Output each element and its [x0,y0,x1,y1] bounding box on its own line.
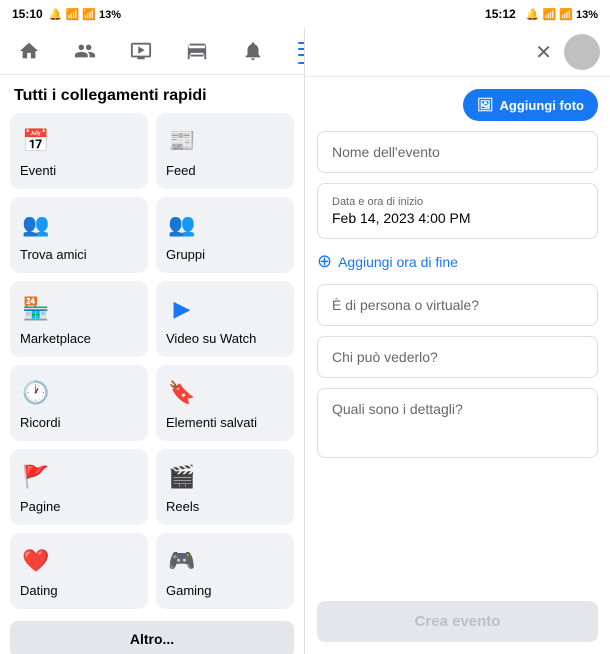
shortcut-reels[interactable]: 🎬 Reels [156,449,294,525]
nav-bell[interactable] [234,36,272,66]
video-watch-icon: ▶ [166,293,198,325]
add-end-time-button[interactable]: ⊕ Aggiungi ora di fine [317,249,598,274]
gruppi-icon: 👥 [166,209,198,241]
person-or-virtual-placeholder: È di persona o virtuale? [332,297,479,313]
who-can-see-field[interactable]: Chi può vederlo? [317,336,598,378]
who-can-see-placeholder: Chi può vederlo? [332,349,438,365]
elementi-salvati-icon: 🔖 [166,377,198,409]
event-name-field[interactable]: Nome dell'evento [317,131,598,173]
start-date-label: Data e ora di inizio [332,196,583,208]
add-end-time-icon: ⊕ [317,251,332,272]
pagine-label: Pagine [20,499,60,514]
time-left: 15:10 [12,7,43,21]
shortcut-video-watch[interactable]: ▶ Video su Watch [156,281,294,357]
nav-watch[interactable] [122,36,160,66]
feed-label: Feed [166,163,196,178]
marketplace-label: Marketplace [20,331,91,346]
shortcuts-grid: 📅 Eventi 📰 Feed 👥 Trova amici 👥 Gruppi 🏪… [0,113,304,617]
shortcut-eventi[interactable]: 📅 Eventi [10,113,148,189]
reels-icon: 🎬 [166,461,198,493]
add-photo-label: Aggiungi foto [500,98,584,113]
gaming-icon: 🎮 [166,545,198,577]
left-panel: Tutti i collegamenti rapidi 📅 Eventi 📰 F… [0,28,305,654]
details-placeholder: Quali sono i dettagli? [332,401,463,417]
ricordi-label: Ricordi [20,415,60,430]
marketplace-icon: 🏪 [20,293,52,325]
shortcut-marketplace[interactable]: 🏪 Marketplace [10,281,148,357]
eventi-icon: 📅 [20,125,52,157]
shortcut-dating[interactable]: ❤️ Dating [10,533,148,609]
avatar[interactable] [564,34,600,70]
feed-icon: 📰 [166,125,198,157]
nav-menu[interactable] [290,34,305,68]
add-end-time-label: Aggiungi ora di fine [338,254,458,270]
gruppi-label: Gruppi [166,247,205,262]
shortcut-elementi-salvati[interactable]: 🔖 Elementi salvati [156,365,294,441]
status-icons-right: 🔔 📶 📶 13% [526,8,598,21]
time-right: 15:12 [485,7,516,21]
shortcut-gruppi[interactable]: 👥 Gruppi [156,197,294,273]
shortcut-trova-amici[interactable]: 👥 Trova amici [10,197,148,273]
event-name-placeholder: Nome dell'evento [332,144,440,160]
nav-home[interactable] [10,36,48,66]
hamburger-icon [298,38,305,60]
shortcuts-title: Tutti i collegamenti rapidi [0,75,304,113]
shortcut-pagine[interactable]: 🚩 Pagine [10,449,148,525]
add-photo-button[interactable]: 🖼 Aggiungi foto [463,89,598,121]
status-bar-right: 15:12 🔔 📶 📶 13% [305,0,610,28]
nav-bar-right: ✕ [305,28,610,77]
pagine-icon: 🚩 [20,461,52,493]
status-bar-left: 15:10 🔔 📶 📶 13% [0,0,305,28]
nav-shop[interactable] [178,36,216,66]
dating-label: Dating [20,583,58,598]
shortcut-feed[interactable]: 📰 Feed [156,113,294,189]
trova-amici-icon: 👥 [20,209,52,241]
start-date-value: Feb 14, 2023 4:00 PM [332,210,583,226]
status-icons-left: 🔔 📶 📶 13% [49,8,121,21]
trova-amici-label: Trova amici [20,247,87,262]
video-watch-label: Video su Watch [166,331,256,346]
shortcut-gaming[interactable]: 🎮 Gaming [156,533,294,609]
gaming-label: Gaming [166,583,212,598]
start-date-field[interactable]: Data e ora di inizio Feb 14, 2023 4:00 P… [317,183,598,239]
create-event-button[interactable]: Crea evento [317,601,598,642]
altro-button[interactable]: Altro... [10,621,294,654]
person-or-virtual-field[interactable]: È di persona o virtuale? [317,284,598,326]
nav-bar-left [0,28,304,75]
add-photo-icon: 🖼 [477,97,494,113]
eventi-label: Eventi [20,163,56,178]
dating-icon: ❤️ [20,545,52,577]
ricordi-icon: 🕐 [20,377,52,409]
reels-label: Reels [166,499,199,514]
event-form: 🖼 Aggiungi foto Nome dell'evento Data e … [305,77,610,593]
close-button[interactable]: ✕ [535,40,552,65]
details-field[interactable]: Quali sono i dettagli? [317,388,598,458]
shortcut-ricordi[interactable]: 🕐 Ricordi [10,365,148,441]
elementi-salvati-label: Elementi salvati [166,415,257,430]
nav-friends[interactable] [66,36,104,66]
right-panel: ✕ 🖼 Aggiungi foto Nome dell'evento Data … [305,28,610,654]
